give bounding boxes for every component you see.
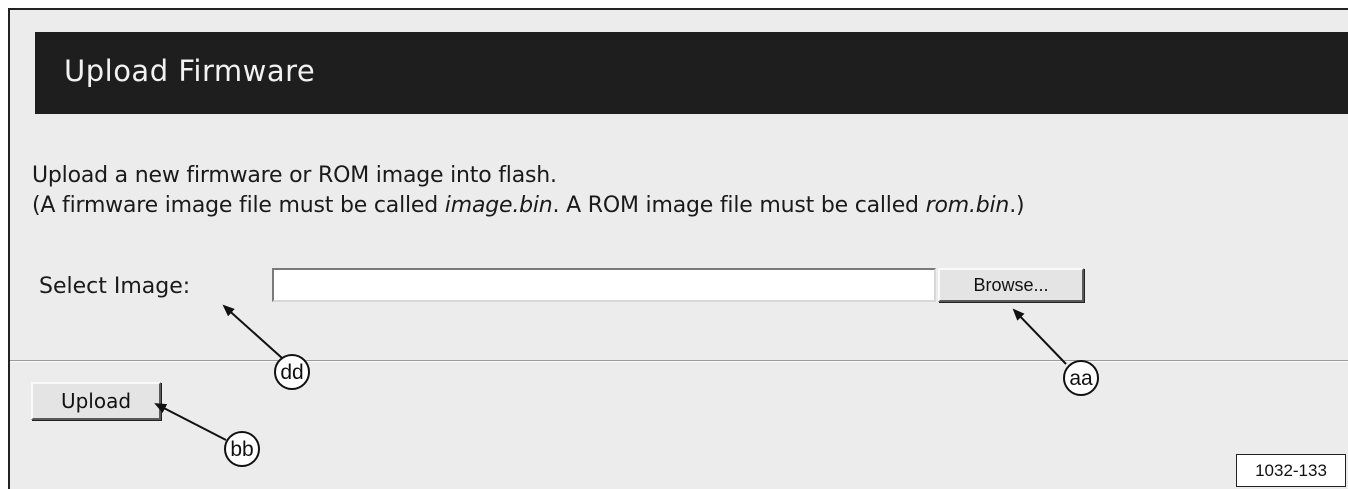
- callout-dd-label: dd: [280, 361, 303, 384]
- callout-dd: dd: [274, 354, 310, 390]
- callout-bb-arrow: [154, 403, 227, 441]
- callout-bb-label: bb: [230, 438, 253, 461]
- callout-aa-arrow: [1012, 308, 1067, 365]
- callout-aa: aa: [1063, 360, 1099, 396]
- callout-bb: bb: [224, 431, 260, 467]
- callout-layer: dd aa bb: [154, 304, 1099, 467]
- callout-dd-arrow: [222, 304, 283, 359]
- callout-aa-label: aa: [1069, 367, 1093, 390]
